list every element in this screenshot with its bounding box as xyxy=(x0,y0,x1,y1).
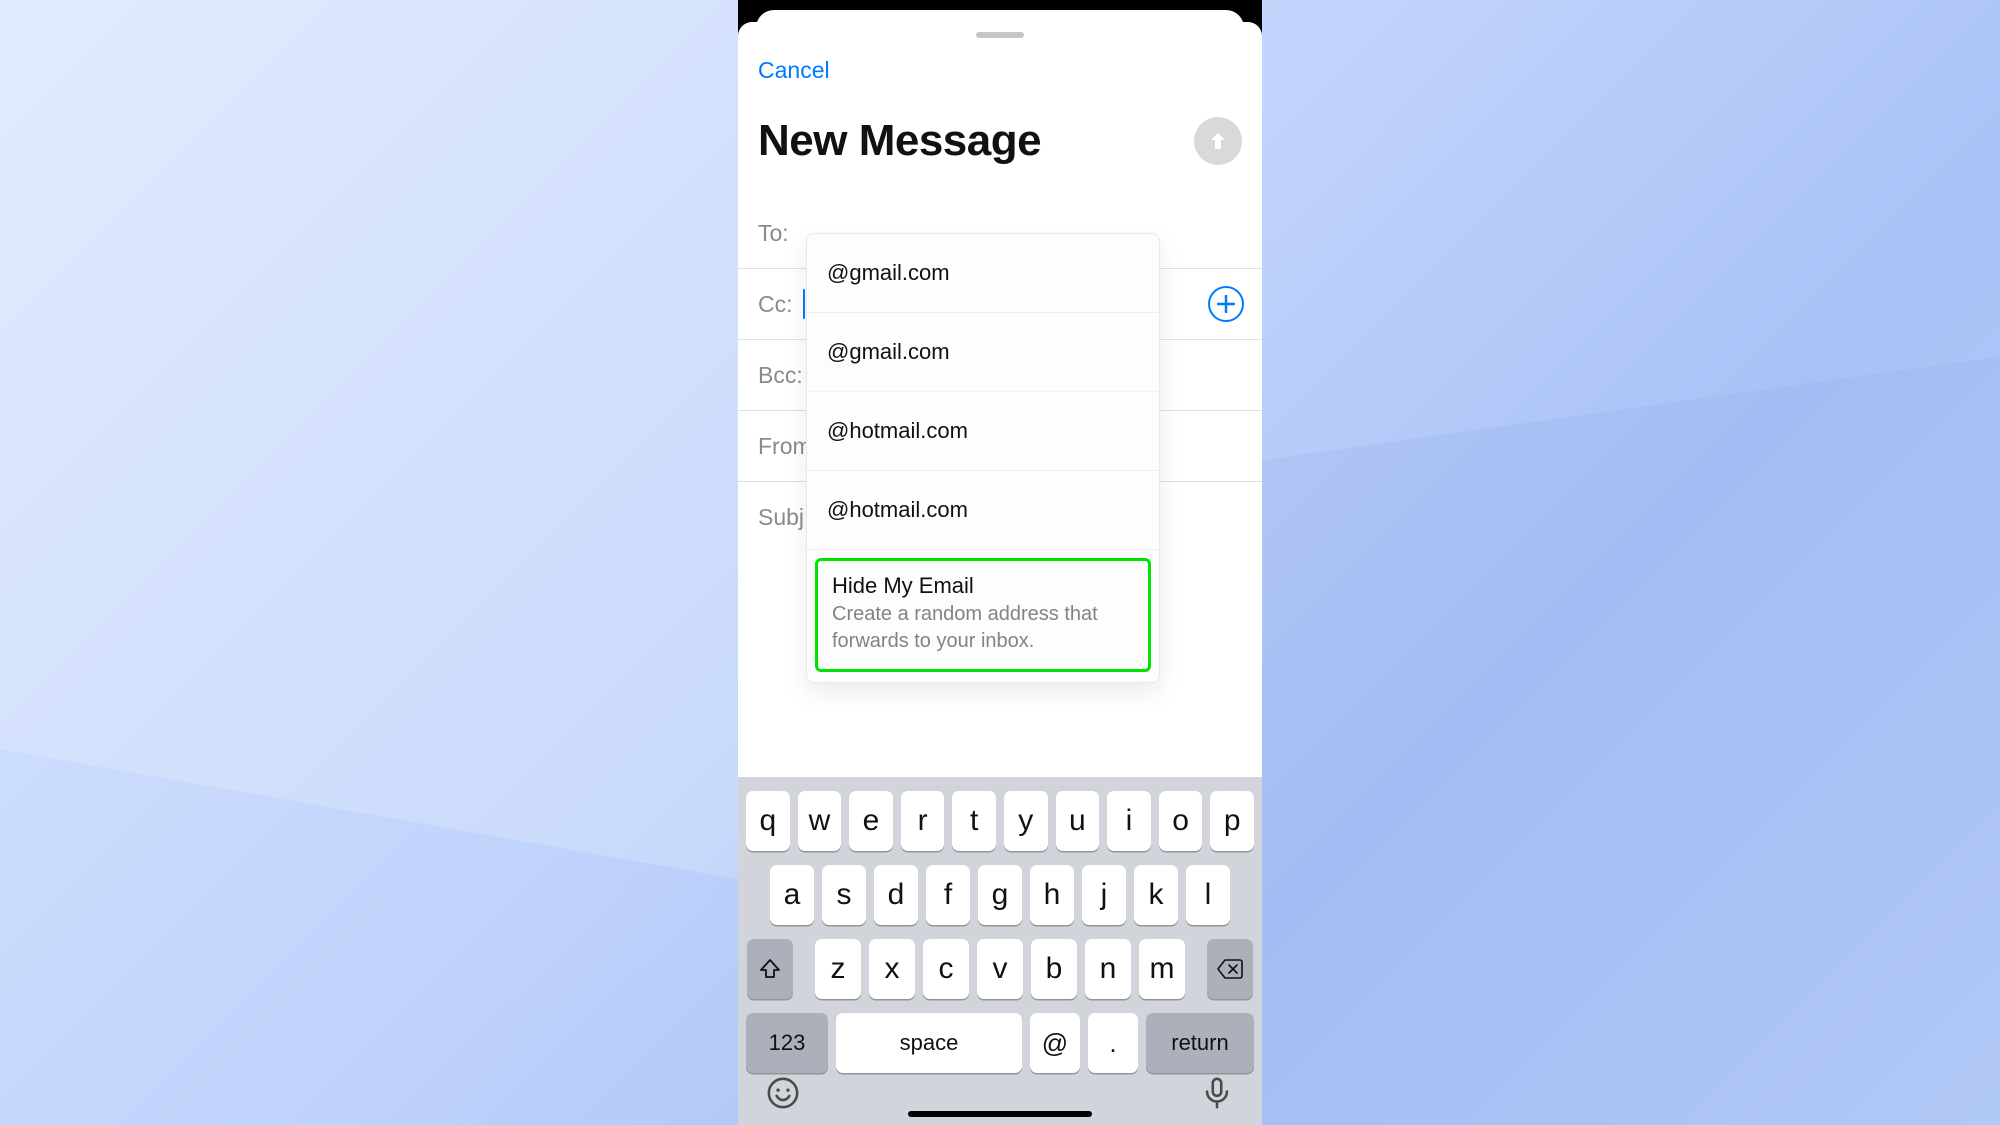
add-contact-button[interactable] xyxy=(1208,286,1244,322)
space-key[interactable]: space xyxy=(836,1013,1022,1073)
subject-label: Subj xyxy=(758,504,804,531)
key-t[interactable]: t xyxy=(952,791,996,851)
suggestion-item[interactable]: @hotmail.com xyxy=(807,471,1159,550)
key-z[interactable]: z xyxy=(815,939,861,999)
title-row: New Message xyxy=(758,116,1242,166)
key-c[interactable]: c xyxy=(923,939,969,999)
key-y[interactable]: y xyxy=(1004,791,1048,851)
emoji-button[interactable] xyxy=(766,1076,800,1115)
numbers-key[interactable]: 123 xyxy=(746,1013,828,1073)
hide-my-email-option[interactable]: Hide My Email Create a random address th… xyxy=(815,558,1151,672)
home-indicator[interactable] xyxy=(908,1111,1092,1117)
suggestion-item[interactable]: @gmail.com xyxy=(807,313,1159,392)
phone-frame: Cancel New Message To: Cc: xyxy=(738,0,1262,1125)
compose-fields: To: Cc: Bcc: From xyxy=(738,198,1262,552)
hide-my-email-subtitle: Create a random address that forwards to… xyxy=(832,601,1134,655)
key-s[interactable]: s xyxy=(822,865,866,925)
key-a[interactable]: a xyxy=(770,865,814,925)
shift-key[interactable] xyxy=(747,939,793,999)
address-suggestions-popover: @gmail.com @gmail.com @hotmail.com @hotm… xyxy=(806,233,1160,683)
suggestion-item[interactable]: @gmail.com xyxy=(807,234,1159,313)
key-i[interactable]: i xyxy=(1107,791,1151,851)
key-f[interactable]: f xyxy=(926,865,970,925)
key-q[interactable]: q xyxy=(746,791,790,851)
text-caret xyxy=(803,289,805,319)
key-x[interactable]: x xyxy=(869,939,915,999)
from-label: From xyxy=(758,433,812,460)
bcc-label: Bcc: xyxy=(758,362,803,389)
key-l[interactable]: l xyxy=(1186,865,1230,925)
dot-key[interactable]: . xyxy=(1088,1013,1138,1073)
compose-title: New Message xyxy=(758,116,1041,166)
to-label: To: xyxy=(758,220,789,247)
key-n[interactable]: n xyxy=(1085,939,1131,999)
key-w[interactable]: w xyxy=(798,791,842,851)
backspace-key[interactable] xyxy=(1207,939,1253,999)
background: Cancel New Message To: Cc: xyxy=(0,0,2000,1125)
dictation-button[interactable] xyxy=(1200,1076,1234,1115)
key-h[interactable]: h xyxy=(1030,865,1074,925)
key-e[interactable]: e xyxy=(849,791,893,851)
emoji-icon xyxy=(766,1076,800,1110)
key-o[interactable]: o xyxy=(1159,791,1203,851)
cancel-button[interactable]: Cancel xyxy=(758,57,830,84)
shift-icon xyxy=(758,957,782,981)
sheet-grabber[interactable] xyxy=(976,32,1024,38)
return-key[interactable]: return xyxy=(1146,1013,1254,1073)
keyboard-row-4: 123 space @ . return xyxy=(738,1013,1262,1073)
key-m[interactable]: m xyxy=(1139,939,1185,999)
keyboard: q w e r t y u i o p a s d f g h j k l xyxy=(738,777,1262,1125)
compose-sheet: Cancel New Message To: Cc: xyxy=(738,22,1262,791)
cc-label: Cc: xyxy=(758,291,793,318)
key-v[interactable]: v xyxy=(977,939,1023,999)
nav-bar: Cancel xyxy=(758,48,1242,92)
send-button[interactable] xyxy=(1194,117,1242,165)
key-g[interactable]: g xyxy=(978,865,1022,925)
backspace-icon xyxy=(1216,958,1244,980)
key-p[interactable]: p xyxy=(1210,791,1254,851)
plus-icon xyxy=(1217,295,1235,313)
key-r[interactable]: r xyxy=(901,791,945,851)
hide-my-email-title: Hide My Email xyxy=(832,573,1134,599)
suggestion-item[interactable]: @hotmail.com xyxy=(807,392,1159,471)
key-d[interactable]: d xyxy=(874,865,918,925)
at-key[interactable]: @ xyxy=(1030,1013,1080,1073)
arrow-up-icon xyxy=(1206,129,1230,153)
microphone-icon xyxy=(1200,1076,1234,1110)
key-b[interactable]: b xyxy=(1031,939,1077,999)
key-k[interactable]: k xyxy=(1134,865,1178,925)
keyboard-row-1: q w e r t y u i o p xyxy=(738,791,1262,851)
key-u[interactable]: u xyxy=(1056,791,1100,851)
keyboard-row-2: a s d f g h j k l xyxy=(738,865,1262,925)
keyboard-row-3: z x c v b n m xyxy=(738,939,1262,999)
key-j[interactable]: j xyxy=(1082,865,1126,925)
